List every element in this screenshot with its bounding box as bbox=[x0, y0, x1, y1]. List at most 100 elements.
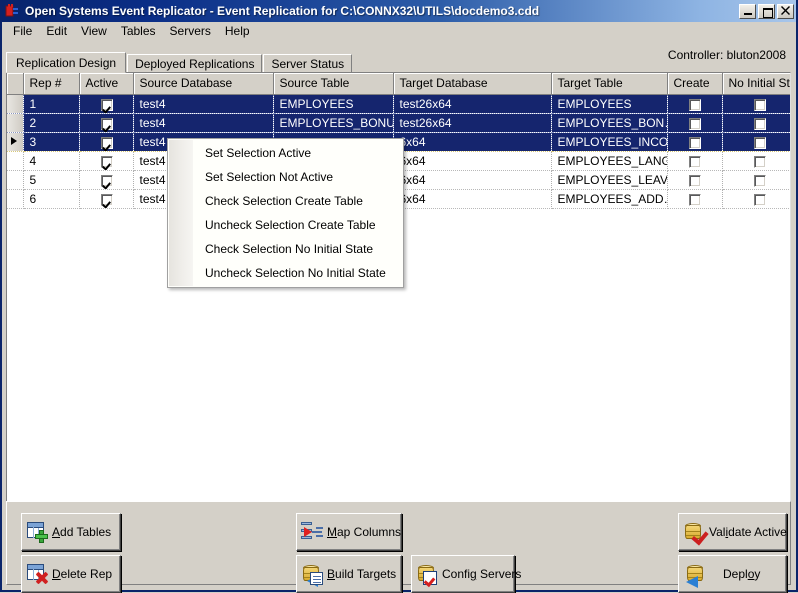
checkbox-checked-icon[interactable] bbox=[100, 98, 113, 111]
cell-source-table[interactable]: EMPLOYEES_BONUS bbox=[273, 113, 394, 133]
cell-create[interactable] bbox=[667, 113, 723, 133]
checkbox-checked-icon[interactable] bbox=[100, 193, 113, 206]
checkbox-unchecked-icon[interactable] bbox=[753, 193, 766, 206]
cell-source-table[interactable]: EMPLOYEES bbox=[273, 94, 394, 114]
cell-target-table[interactable]: EMPLOYEES_ADD… bbox=[551, 189, 668, 209]
cell-active[interactable] bbox=[79, 113, 134, 133]
tab-replication-design[interactable]: Replication Design bbox=[6, 52, 127, 73]
menu-tables[interactable]: Tables bbox=[114, 22, 163, 41]
row-selector[interactable] bbox=[7, 170, 24, 190]
cell-target-database[interactable]: 6x64 bbox=[393, 132, 552, 152]
cell-create[interactable] bbox=[667, 132, 723, 152]
cell-create[interactable] bbox=[667, 151, 723, 171]
ctx-uncheck-selection-no-initial-state[interactable]: Uncheck Selection No Initial State bbox=[168, 261, 403, 285]
checkbox-unchecked-icon[interactable] bbox=[689, 136, 701, 149]
cell-rep-number[interactable]: 4 bbox=[23, 151, 80, 171]
checkbox-checked-icon[interactable] bbox=[100, 174, 113, 187]
col-no-initial-state[interactable]: No Initial State bbox=[722, 73, 790, 95]
row-selector[interactable] bbox=[7, 94, 24, 114]
cell-target-table[interactable]: EMPLOYEES_LEAV… bbox=[551, 170, 668, 190]
cell-target-table[interactable]: EMPLOYEES_LANG bbox=[551, 151, 668, 171]
checkbox-unchecked-icon[interactable] bbox=[753, 174, 766, 187]
cell-no-initial-state[interactable] bbox=[722, 189, 790, 209]
tab-server-status[interactable]: Server Status bbox=[263, 54, 353, 72]
cell-create[interactable] bbox=[667, 189, 723, 209]
ctx-set-selection-active[interactable]: Set Selection Active bbox=[168, 141, 403, 165]
ctx-set-selection-not-active[interactable]: Set Selection Not Active bbox=[168, 165, 403, 189]
checkbox-unchecked-icon[interactable] bbox=[753, 98, 766, 111]
cell-no-initial-state[interactable] bbox=[722, 170, 790, 190]
add-tables-button[interactable]: Add Tables bbox=[21, 513, 121, 551]
cell-target-database[interactable]: 6x64 bbox=[393, 170, 552, 190]
col-source-table[interactable]: Source Table bbox=[273, 73, 394, 95]
deploy-button[interactable]: Deploy bbox=[678, 555, 787, 593]
row-selector[interactable] bbox=[7, 113, 24, 133]
checkbox-checked-icon[interactable] bbox=[100, 155, 113, 168]
checkbox-unchecked-icon[interactable] bbox=[753, 117, 766, 130]
col-rep-number[interactable]: Rep # bbox=[23, 73, 80, 95]
checkbox-unchecked-icon[interactable] bbox=[753, 136, 766, 149]
cell-target-table[interactable]: EMPLOYEES_BON… bbox=[551, 113, 668, 133]
ctx-check-selection-no-initial-state[interactable]: Check Selection No Initial State bbox=[168, 237, 403, 261]
checkbox-checked-icon[interactable] bbox=[100, 117, 113, 130]
cell-target-database[interactable]: 6x64 bbox=[393, 151, 552, 171]
checkbox-unchecked-icon[interactable] bbox=[689, 117, 701, 130]
close-button[interactable] bbox=[777, 3, 794, 19]
cell-rep-number[interactable]: 1 bbox=[23, 94, 80, 114]
col-target-database[interactable]: Target Database bbox=[393, 73, 552, 95]
cell-target-table[interactable]: EMPLOYEES_INCO… bbox=[551, 132, 668, 152]
cell-source-database[interactable]: test4 bbox=[133, 113, 274, 133]
delete-rep-button[interactable]: Delete Rep bbox=[21, 555, 121, 593]
row-selector[interactable] bbox=[7, 132, 24, 152]
col-active[interactable]: Active bbox=[79, 73, 134, 95]
cell-no-initial-state[interactable] bbox=[722, 151, 790, 171]
context-menu[interactable]: Set Selection Active Set Selection Not A… bbox=[167, 138, 404, 288]
tab-deployed-replications[interactable]: Deployed Replications bbox=[127, 54, 263, 72]
cell-active[interactable] bbox=[79, 151, 134, 171]
map-columns-button[interactable]: Map Columns bbox=[296, 513, 402, 551]
cell-create[interactable] bbox=[667, 170, 723, 190]
cell-target-database[interactable]: test26x64 bbox=[393, 94, 552, 114]
col-source-database[interactable]: Source Database bbox=[133, 73, 274, 95]
col-target-table[interactable]: Target Table bbox=[551, 73, 668, 95]
cell-active[interactable] bbox=[79, 170, 134, 190]
menu-edit[interactable]: Edit bbox=[39, 22, 74, 41]
cell-no-initial-state[interactable] bbox=[722, 132, 790, 152]
cell-target-database[interactable]: test26x64 bbox=[393, 113, 552, 133]
cell-no-initial-state[interactable] bbox=[722, 113, 790, 133]
cell-target-table[interactable]: EMPLOYEES bbox=[551, 94, 668, 114]
checkbox-unchecked-icon[interactable] bbox=[689, 155, 701, 168]
checkbox-unchecked-icon[interactable] bbox=[689, 174, 701, 187]
cell-rep-number[interactable]: 5 bbox=[23, 170, 80, 190]
ctx-uncheck-selection-create-table[interactable]: Uncheck Selection Create Table bbox=[168, 213, 403, 237]
table-row[interactable]: 1 test4 EMPLOYEES test26x64 EMPLOYEES bbox=[7, 94, 790, 114]
row-selector[interactable] bbox=[7, 151, 24, 171]
minimize-button[interactable] bbox=[739, 3, 756, 19]
build-targets-button[interactable]: Build Targets bbox=[296, 555, 402, 593]
cell-source-database[interactable]: test4 bbox=[133, 94, 274, 114]
cell-target-database[interactable]: 6x64 bbox=[393, 189, 552, 209]
maximize-button[interactable] bbox=[758, 3, 775, 19]
cell-rep-number[interactable]: 2 bbox=[23, 113, 80, 133]
checkbox-unchecked-icon[interactable] bbox=[753, 155, 766, 168]
col-create[interactable]: Create bbox=[667, 73, 723, 95]
cell-active[interactable] bbox=[79, 132, 134, 152]
menu-file[interactable]: File bbox=[6, 22, 39, 41]
checkbox-unchecked-icon[interactable] bbox=[689, 98, 701, 111]
checkbox-checked-icon[interactable] bbox=[100, 136, 113, 149]
cell-no-initial-state[interactable] bbox=[722, 94, 790, 114]
validate-active-button[interactable]: Validate Active bbox=[678, 513, 787, 551]
menu-view[interactable]: View bbox=[74, 22, 114, 41]
cell-create[interactable] bbox=[667, 94, 723, 114]
row-selector[interactable] bbox=[7, 189, 24, 209]
cell-active[interactable] bbox=[79, 94, 134, 114]
ctx-check-selection-create-table[interactable]: Check Selection Create Table bbox=[168, 189, 403, 213]
checkbox-unchecked-icon[interactable] bbox=[689, 193, 701, 206]
menu-servers[interactable]: Servers bbox=[163, 22, 218, 41]
cell-rep-number[interactable]: 3 bbox=[23, 132, 80, 152]
cell-active[interactable] bbox=[79, 189, 134, 209]
table-row[interactable]: 2 test4 EMPLOYEES_BONUS test26x64 EMPLOYEES_… bbox=[7, 113, 790, 133]
config-servers-button[interactable]: Config Servers bbox=[411, 555, 521, 593]
cell-rep-number[interactable]: 6 bbox=[23, 189, 80, 209]
menu-help[interactable]: Help bbox=[218, 22, 257, 41]
